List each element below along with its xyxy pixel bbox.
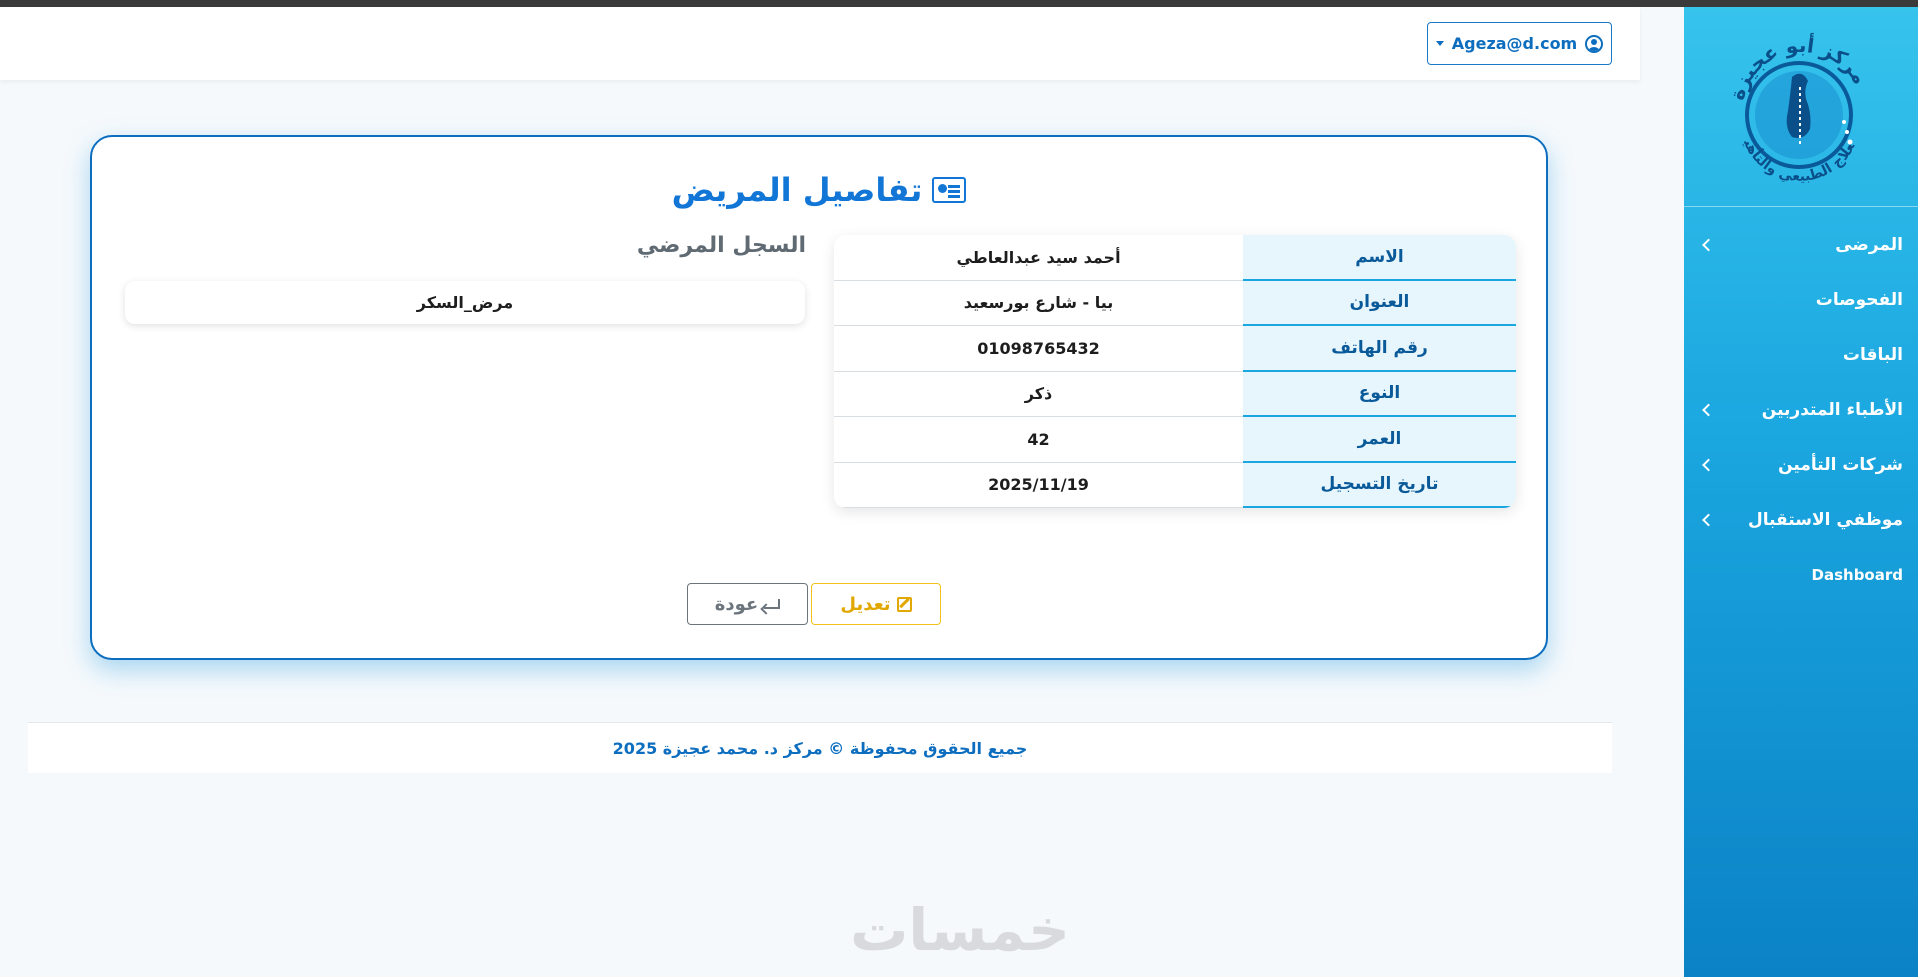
medical-record-title: السجل المرضي: [636, 233, 806, 258]
chevron-left-icon: [1702, 238, 1715, 251]
field-value-address: بيا - شارع بورسعيد: [834, 280, 1243, 326]
field-label-gender: النوع: [1243, 371, 1516, 417]
edit-button-label: تعديل: [840, 593, 891, 615]
id-card-icon: [932, 177, 967, 203]
table-row: أحمد سيد عبدالعاطي الاسم: [834, 235, 1516, 281]
sidebar: مركز أبو عجيزة للعلاج الطبيعي والتأهيل ا…: [1684, 7, 1918, 977]
field-label-registration-date: تاريخ التسجيل: [1243, 462, 1516, 508]
field-label-address: العنوان: [1243, 280, 1516, 326]
field-value-phone: 01098765432: [834, 326, 1243, 372]
table-row: بيا - شارع بورسعيد العنوان: [834, 280, 1516, 326]
patient-info-table: أحمد سيد عبدالعاطي الاسم بيا - شارع بورس…: [834, 235, 1516, 508]
edit-button[interactable]: تعديل: [811, 583, 941, 625]
user-circle-icon: [1585, 34, 1604, 53]
patient-details-card: تفاصيل المريض أحمد سيد عبدالعاطي الاسم ب…: [90, 135, 1548, 660]
sidebar-item-label: Dashboard: [1811, 565, 1903, 584]
field-value-age: 42: [834, 417, 1243, 463]
table-row: 01098765432 رقم الهاتف: [834, 326, 1516, 372]
sidebar-item-trainee-doctors[interactable]: الأطباء المتدربين: [1684, 382, 1918, 437]
page-title: تفاصيل المريض: [92, 171, 1546, 209]
sidebar-item-receptionists[interactable]: موظفي الاستقبال: [1684, 492, 1918, 547]
sidebar-item-label: المرضى: [1835, 234, 1903, 255]
page-title-text: تفاصيل المريض: [671, 171, 923, 209]
field-label-age: العمر: [1243, 417, 1516, 463]
footer: جميع الحقوق محفوظة © مركز د. محمد عجيزة …: [28, 722, 1612, 773]
back-button[interactable]: عودة: [687, 583, 808, 625]
medical-record-item: مرض_السكر: [125, 281, 805, 324]
table-row: ذكر النوع: [834, 371, 1516, 417]
sidebar-nav: المرضى الفحوصات الباقات الأطباء المتدربي…: [1684, 217, 1918, 602]
user-email: Ageza@d.com: [1451, 34, 1578, 53]
field-value-name: أحمد سيد عبدالعاطي: [834, 235, 1243, 281]
sidebar-item-dashboard[interactable]: Dashboard: [1684, 547, 1918, 602]
chevron-left-icon: [1702, 403, 1715, 416]
sidebar-item-insurance-companies[interactable]: شركات التأمين: [1684, 437, 1918, 492]
field-label-name: الاسم: [1243, 235, 1516, 281]
sidebar-item-label: الباقات: [1842, 344, 1903, 365]
sidebar-item-packages[interactable]: الباقات: [1684, 327, 1918, 382]
chevron-left-icon: [1702, 513, 1715, 526]
top-header: Ageza@d.com: [0, 7, 1640, 80]
sidebar-item-examinations[interactable]: الفحوصات: [1684, 272, 1918, 327]
user-menu-button[interactable]: Ageza@d.com: [1427, 22, 1612, 65]
sidebar-item-label: الأطباء المتدربين: [1761, 399, 1903, 420]
sidebar-item-patients[interactable]: المرضى: [1684, 217, 1918, 272]
sidebar-item-label: الفحوصات: [1815, 289, 1903, 310]
field-label-phone: رقم الهاتف: [1243, 326, 1516, 372]
table-row: 42 العمر: [834, 417, 1516, 463]
table-row: 2025/11/19 تاريخ التسجيل: [834, 462, 1516, 508]
edit-icon: [896, 596, 912, 612]
sidebar-item-label: شركات التأمين: [1778, 454, 1903, 475]
sidebar-item-label: موظفي الاستقبال: [1747, 509, 1903, 530]
sidebar-divider: [1684, 206, 1918, 207]
return-arrow-icon: [764, 599, 781, 609]
field-value-gender: ذكر: [834, 371, 1243, 417]
back-button-label: عودة: [714, 593, 759, 615]
caret-down-icon: [1435, 41, 1444, 46]
watermark-logo: خمسات: [850, 896, 1070, 964]
window-top-strip: [0, 0, 1918, 7]
field-value-registration-date: 2025/11/19: [834, 462, 1243, 508]
chevron-left-icon: [1702, 458, 1715, 471]
center-logo[interactable]: مركز أبو عجيزة للعلاج الطبيعي والتأهيل: [1698, 15, 1894, 197]
footer-copyright: جميع الحقوق محفوظة © مركز د. محمد عجيزة …: [612, 738, 1028, 758]
